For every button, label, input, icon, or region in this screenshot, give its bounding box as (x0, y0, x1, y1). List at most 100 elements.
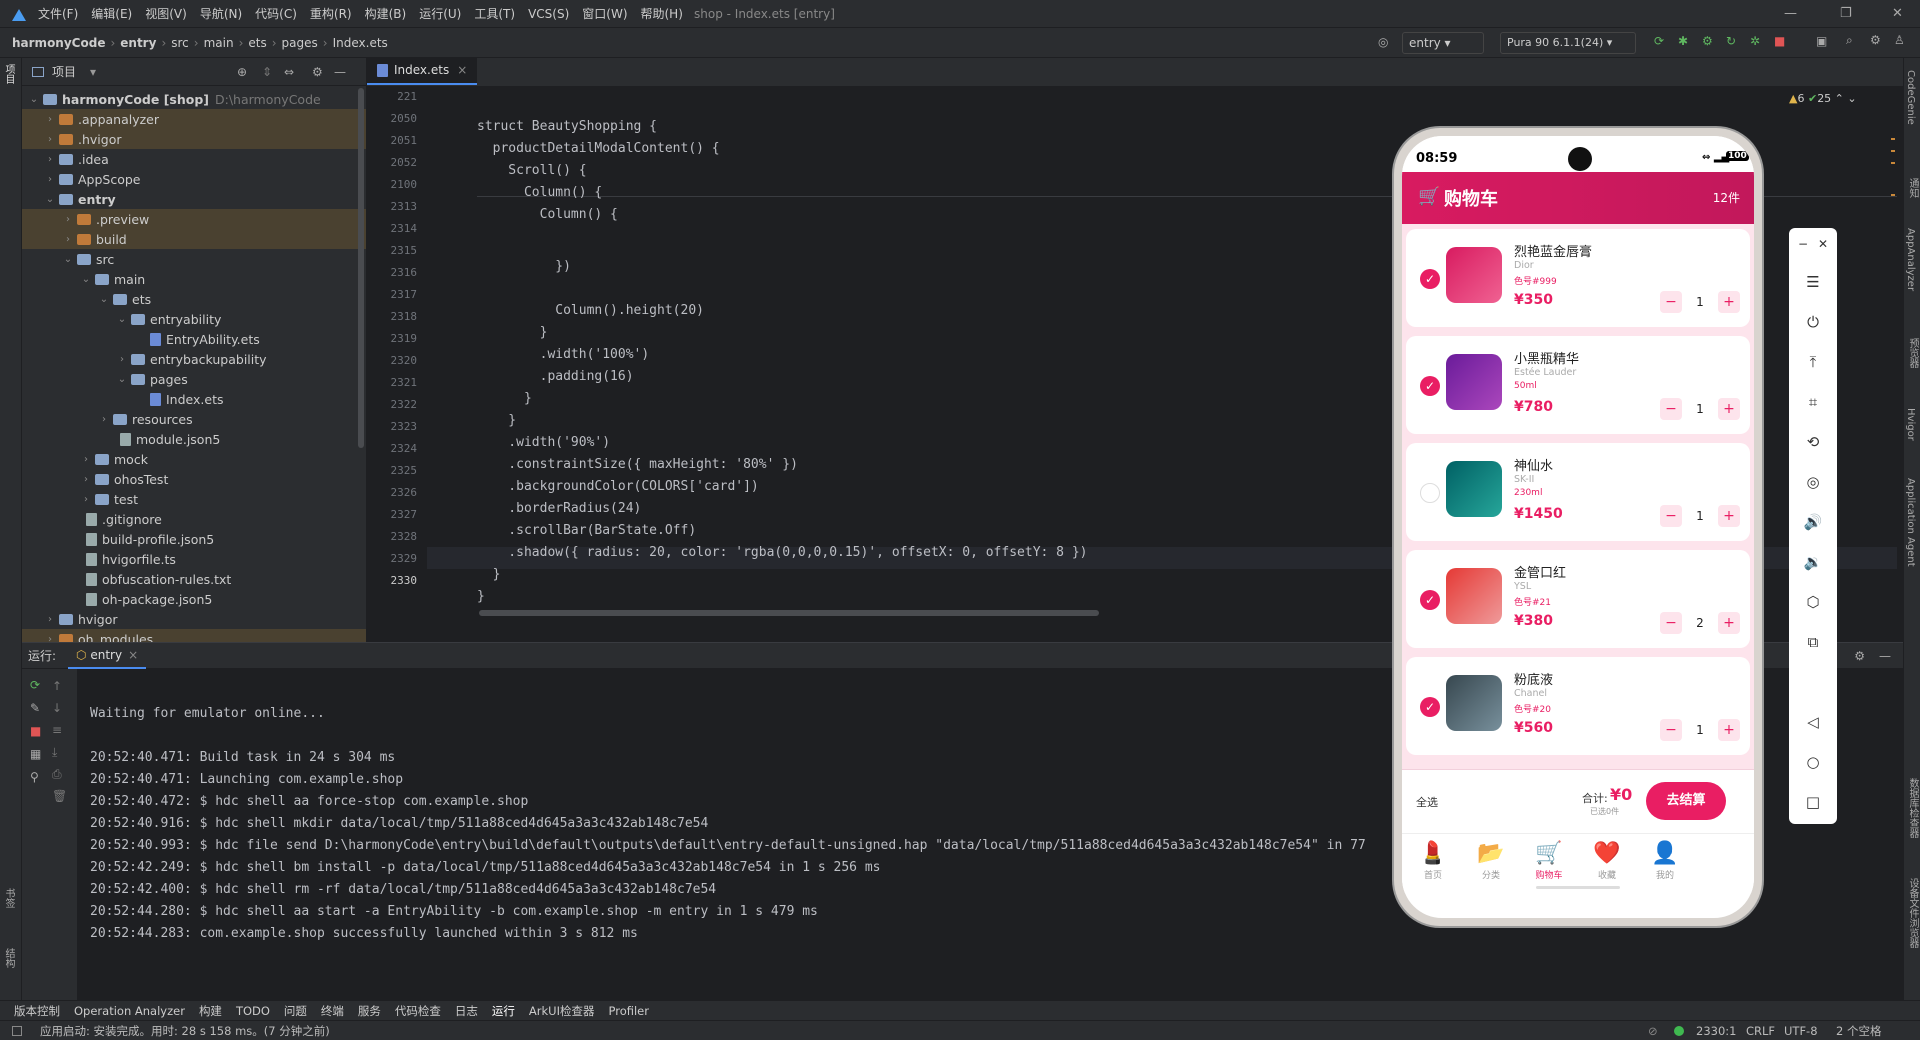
menu-window[interactable]: 窗口(W) (582, 5, 627, 22)
line-separator[interactable]: CRLF (1746, 1024, 1775, 1038)
wrench-icon[interactable]: ✎ (30, 701, 44, 715)
run-hide-icon[interactable]: — (1879, 649, 1891, 663)
tree-item[interactable]: › .preview (22, 209, 366, 229)
tool-arkui-inspector[interactable]: ArkUI检查器 (529, 1003, 595, 1019)
target-icon[interactable]: ◎ (1378, 35, 1388, 49)
close-tab-icon[interactable]: × (457, 63, 467, 77)
cart-item[interactable]: ✓ 粉底液 Chanel 色号#20 ¥560 − 1 + (1406, 657, 1750, 755)
quantity-decrease-button[interactable]: − (1660, 291, 1682, 313)
profile-icon[interactable]: ✲ (1750, 34, 1760, 48)
soft-wrap-icon[interactable]: ≡ (52, 719, 67, 741)
tree-scrollbar[interactable] (358, 88, 364, 448)
collapse-all-icon[interactable]: ⇔ (284, 65, 294, 79)
debug-icon[interactable]: ✱ (1678, 34, 1688, 48)
device-manager-icon[interactable]: ▣ (1816, 34, 1827, 48)
tool-profiler[interactable]: Profiler (609, 1004, 650, 1018)
project-panel-title[interactable]: 项目 (52, 63, 76, 80)
breadcrumb-pages[interactable]: pages (282, 36, 318, 50)
tree-item[interactable]: Index.ets (22, 389, 366, 409)
tree-item[interactable]: › .hvigor (22, 129, 366, 149)
multi-device-icon[interactable]: ⧉ (1803, 632, 1823, 652)
run-tab-entry[interactable]: ⬡ entry × (68, 643, 147, 669)
menu-file[interactable]: 文件(F) (38, 5, 78, 22)
tree-item[interactable]: ⌄ entry (22, 189, 366, 209)
minimize-icon[interactable]: — (1784, 6, 1797, 21)
settings-icon[interactable]: ⚙ (1870, 33, 1881, 47)
volume-down-icon[interactable]: 🔉 (1803, 552, 1823, 572)
menu-build[interactable]: 构建(B) (365, 5, 407, 22)
menu-icon[interactable]: ☰ (1803, 272, 1823, 292)
tool-log[interactable]: 日志 (455, 1003, 478, 1019)
tree-item[interactable]: › ohosTest (22, 469, 366, 489)
close-icon[interactable]: ✕ (1813, 234, 1833, 254)
restore-icon[interactable]: ❐ (1840, 6, 1852, 21)
tool-services[interactable]: 服务 (358, 1003, 381, 1019)
menu-code[interactable]: 代码(C) (255, 5, 297, 22)
console-output[interactable]: Waiting for emulator online... 20:52:40.4… (90, 673, 1366, 975)
appanalyzer-tool-label[interactable]: AppAnalyzer (1905, 228, 1916, 291)
tool-code-inspection[interactable]: 代码检查 (395, 1003, 441, 1019)
item-checkbox[interactable]: ✓ (1420, 590, 1440, 610)
rotate-icon[interactable]: ⟲ (1803, 432, 1823, 452)
scroll-down-icon[interactable]: ↓ (52, 697, 67, 719)
tree-item[interactable]: ⌄ src (22, 249, 366, 269)
tree-item[interactable]: › mock (22, 449, 366, 469)
application-agent-tool-label[interactable]: Application Agent (1905, 478, 1916, 567)
print-icon[interactable]: ⎙ (52, 763, 67, 785)
quantity-increase-button[interactable]: + (1718, 398, 1740, 420)
tree-item[interactable]: › entrybackupability (22, 349, 366, 369)
tree-item[interactable]: oh-package.json5 (22, 589, 366, 609)
pin-icon[interactable]: ⚲ (30, 770, 44, 784)
cart-list[interactable]: ✓ 烈艳蓝金唇膏 Dior 色号#999 ¥350 − 1 + ✓ 小黑瓶精华 … (1402, 224, 1754, 769)
menu-refactor[interactable]: 重构(R) (310, 5, 352, 22)
quantity-decrease-button[interactable]: − (1660, 505, 1682, 527)
previewer-tool-label[interactable]: 预览器 (1905, 338, 1920, 368)
inspection-status[interactable]: ▲6 ✔25 ⌃ ⌄ (1789, 92, 1857, 105)
menu-navigate[interactable]: 导航(N) (200, 5, 242, 22)
item-checkbox[interactable] (1420, 483, 1440, 503)
tree-item[interactable]: › .appanalyzer (22, 109, 366, 129)
cart-item[interactable]: ✓ 金管口红 YSL 色号#21 ¥380 − 2 + (1406, 550, 1750, 648)
tool-run[interactable]: 运行 (492, 1003, 515, 1019)
stop-icon[interactable]: ■ (1774, 34, 1785, 48)
status-panel-icon[interactable] (12, 1025, 22, 1036)
power-icon[interactable]: ⏻ (1803, 312, 1823, 332)
tree-item[interactable]: ⌄ main (22, 269, 366, 289)
nav-favorites[interactable]: ❤️ 收藏 (1582, 840, 1632, 881)
tool-problems[interactable]: 问题 (284, 1003, 307, 1019)
tree-item[interactable]: › test (22, 489, 366, 509)
tool-build[interactable]: 构建 (199, 1003, 222, 1019)
project-tool-label[interactable]: 项目 (1, 64, 16, 84)
tree-item[interactable]: .gitignore (22, 509, 366, 529)
screenshot-icon[interactable]: ◎ (1803, 472, 1823, 492)
item-checkbox[interactable]: ✓ (1420, 376, 1440, 396)
menu-run[interactable]: 运行(U) (419, 5, 461, 22)
breadcrumb-project[interactable]: harmonyCode (12, 36, 105, 50)
quantity-decrease-button[interactable]: − (1660, 398, 1682, 420)
status-message[interactable]: 应用启动: 安装完成。用时: 28 s 158 ms。(7 分钟之前) (40, 1023, 330, 1039)
hvigor-tool-label[interactable]: Hvigor (1905, 408, 1916, 441)
fold-icon[interactable]: ⬡ (1803, 592, 1823, 612)
breadcrumb-src[interactable]: src (171, 36, 189, 50)
file-encoding[interactable]: UTF-8 (1784, 1024, 1818, 1038)
tree-item[interactable]: › resources (22, 409, 366, 429)
nav-category[interactable]: 📂 分类 (1466, 840, 1516, 881)
nav-home[interactable]: 💄 首页 (1408, 840, 1458, 881)
editor-h-scrollbar[interactable] (479, 610, 1099, 616)
tree-item[interactable]: ⌄ pages (22, 369, 366, 389)
quantity-decrease-button[interactable]: − (1660, 612, 1682, 634)
tool-vcs[interactable]: 版本控制 (14, 1003, 60, 1019)
clear-icon[interactable]: 🗑 (52, 785, 67, 807)
tree-item[interactable]: module.json5 (22, 429, 366, 449)
breadcrumb-file[interactable]: Index.ets (333, 36, 388, 50)
cart-item[interactable]: ✓ 烈艳蓝金唇膏 Dior 色号#999 ¥350 − 1 + (1406, 229, 1750, 327)
caret-position[interactable]: 2330:1 (1696, 1024, 1736, 1038)
breadcrumb-main[interactable]: main (204, 36, 234, 50)
account-icon[interactable]: ♙ (1894, 33, 1905, 47)
device-file-browser-tool-label[interactable]: 设备文件浏览器 (1905, 878, 1920, 948)
select-all-toggle[interactable]: 全选 (1416, 794, 1438, 810)
device-select[interactable]: Pura 90 6.1.1(24) ▾ (1500, 32, 1636, 54)
tree-item[interactable]: obfuscation-rules.txt (22, 569, 366, 589)
locate-icon[interactable]: ⊕ (237, 65, 247, 79)
quantity-increase-button[interactable]: + (1718, 505, 1740, 527)
